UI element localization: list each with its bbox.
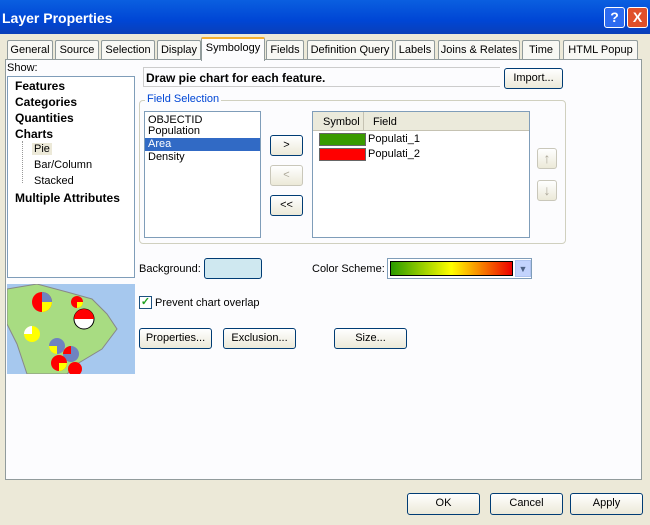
pie-symbol	[24, 326, 40, 342]
exclusion-button[interactable]: Exclusion...	[223, 328, 296, 349]
cancel-button[interactable]: Cancel	[490, 493, 563, 515]
tab-time[interactable]: Time	[522, 40, 560, 60]
pie-symbol	[49, 338, 65, 354]
remove-field-button[interactable]: <	[270, 165, 303, 186]
size-button[interactable]: Size...	[334, 328, 407, 349]
tree-line	[22, 141, 23, 183]
field-name: Populati_2	[368, 148, 420, 160]
tab-display[interactable]: Display	[157, 40, 201, 60]
prevent-overlap-checkbox[interactable]: ✓	[139, 296, 152, 309]
tree-bar-column[interactable]: Bar/Column	[34, 159, 92, 171]
preview-map	[7, 284, 135, 374]
background-color-button[interactable]	[204, 258, 262, 279]
chart-description: Draw pie chart for each feature.	[143, 67, 500, 87]
import-button[interactable]: Import...	[504, 68, 563, 89]
ok-button[interactable]: OK	[407, 493, 480, 515]
add-field-button[interactable]: >	[270, 135, 303, 156]
tree-stacked[interactable]: Stacked	[34, 175, 74, 187]
color-scheme-dropdown[interactable]: ▼	[387, 258, 532, 279]
show-tree[interactable]: Features Categories Quantities Charts Pi…	[7, 76, 135, 278]
symbol-swatch[interactable]	[319, 148, 366, 161]
show-label: Show:	[7, 62, 38, 74]
apply-button[interactable]: Apply	[570, 493, 643, 515]
tab-html-popup[interactable]: HTML Popup	[563, 40, 638, 60]
properties-button[interactable]: Properties...	[139, 328, 212, 349]
field-selection-legend: Field Selection	[145, 93, 222, 105]
symbol-swatch[interactable]	[319, 133, 366, 146]
tree-multiple-attributes[interactable]: Multiple Attributes	[15, 191, 120, 205]
tab-definition-query[interactable]: Definition Query	[307, 40, 393, 60]
pie-symbol	[51, 355, 67, 371]
remove-all-button[interactable]: <<	[270, 195, 303, 216]
close-button[interactable]: X	[627, 7, 648, 28]
field-item[interactable]: Population	[145, 125, 260, 138]
field-header[interactable]: Field	[373, 116, 397, 128]
pie-symbol	[32, 292, 52, 312]
tree-charts[interactable]: Charts	[15, 127, 53, 141]
tab-joins-relates[interactable]: Joins & Relates	[438, 40, 520, 60]
tree-quantities[interactable]: Quantities	[15, 111, 74, 125]
available-fields-list[interactable]: OBJECTID Population Area Density	[144, 111, 261, 238]
chevron-down-icon[interactable]: ▼	[515, 260, 531, 277]
background-label: Background:	[139, 263, 201, 275]
prevent-overlap-label[interactable]: Prevent chart overlap	[155, 297, 260, 309]
move-down-icon[interactable]: ↓	[537, 180, 557, 201]
tab-labels[interactable]: Labels	[395, 40, 435, 60]
tab-source[interactable]: Source	[55, 40, 99, 60]
table-row[interactable]: Populati_2	[313, 147, 529, 163]
field-item[interactable]: Density	[145, 151, 260, 164]
tab-general[interactable]: General	[7, 40, 53, 60]
color-ramp	[390, 261, 513, 276]
pie-symbol	[73, 308, 95, 330]
field-name: Populati_1	[368, 133, 420, 145]
tree-categories[interactable]: Categories	[15, 95, 77, 109]
tab-selection[interactable]: Selection	[101, 40, 155, 60]
tab-symbology[interactable]: Symbology	[201, 37, 265, 61]
pie-symbol	[71, 296, 83, 308]
color-scheme-label: Color Scheme:	[312, 263, 385, 275]
table-row[interactable]: Populati_1	[313, 131, 529, 147]
tab-fields[interactable]: Fields	[266, 40, 304, 60]
field-item[interactable]: OBJECTID	[145, 112, 260, 126]
move-up-icon[interactable]: ↑	[537, 148, 557, 169]
symbol-header[interactable]: Symbol	[323, 116, 360, 128]
selected-fields-table[interactable]: Symbol Field Populati_1 Populati_2	[312, 111, 530, 238]
tree-pie[interactable]: Pie	[32, 143, 52, 155]
field-item-selected[interactable]: Area	[145, 138, 260, 151]
help-button[interactable]: ?	[604, 7, 625, 28]
tree-features[interactable]: Features	[15, 79, 65, 93]
title-bar: Layer Properties	[0, 0, 650, 34]
window-title: Layer Properties	[2, 10, 113, 26]
